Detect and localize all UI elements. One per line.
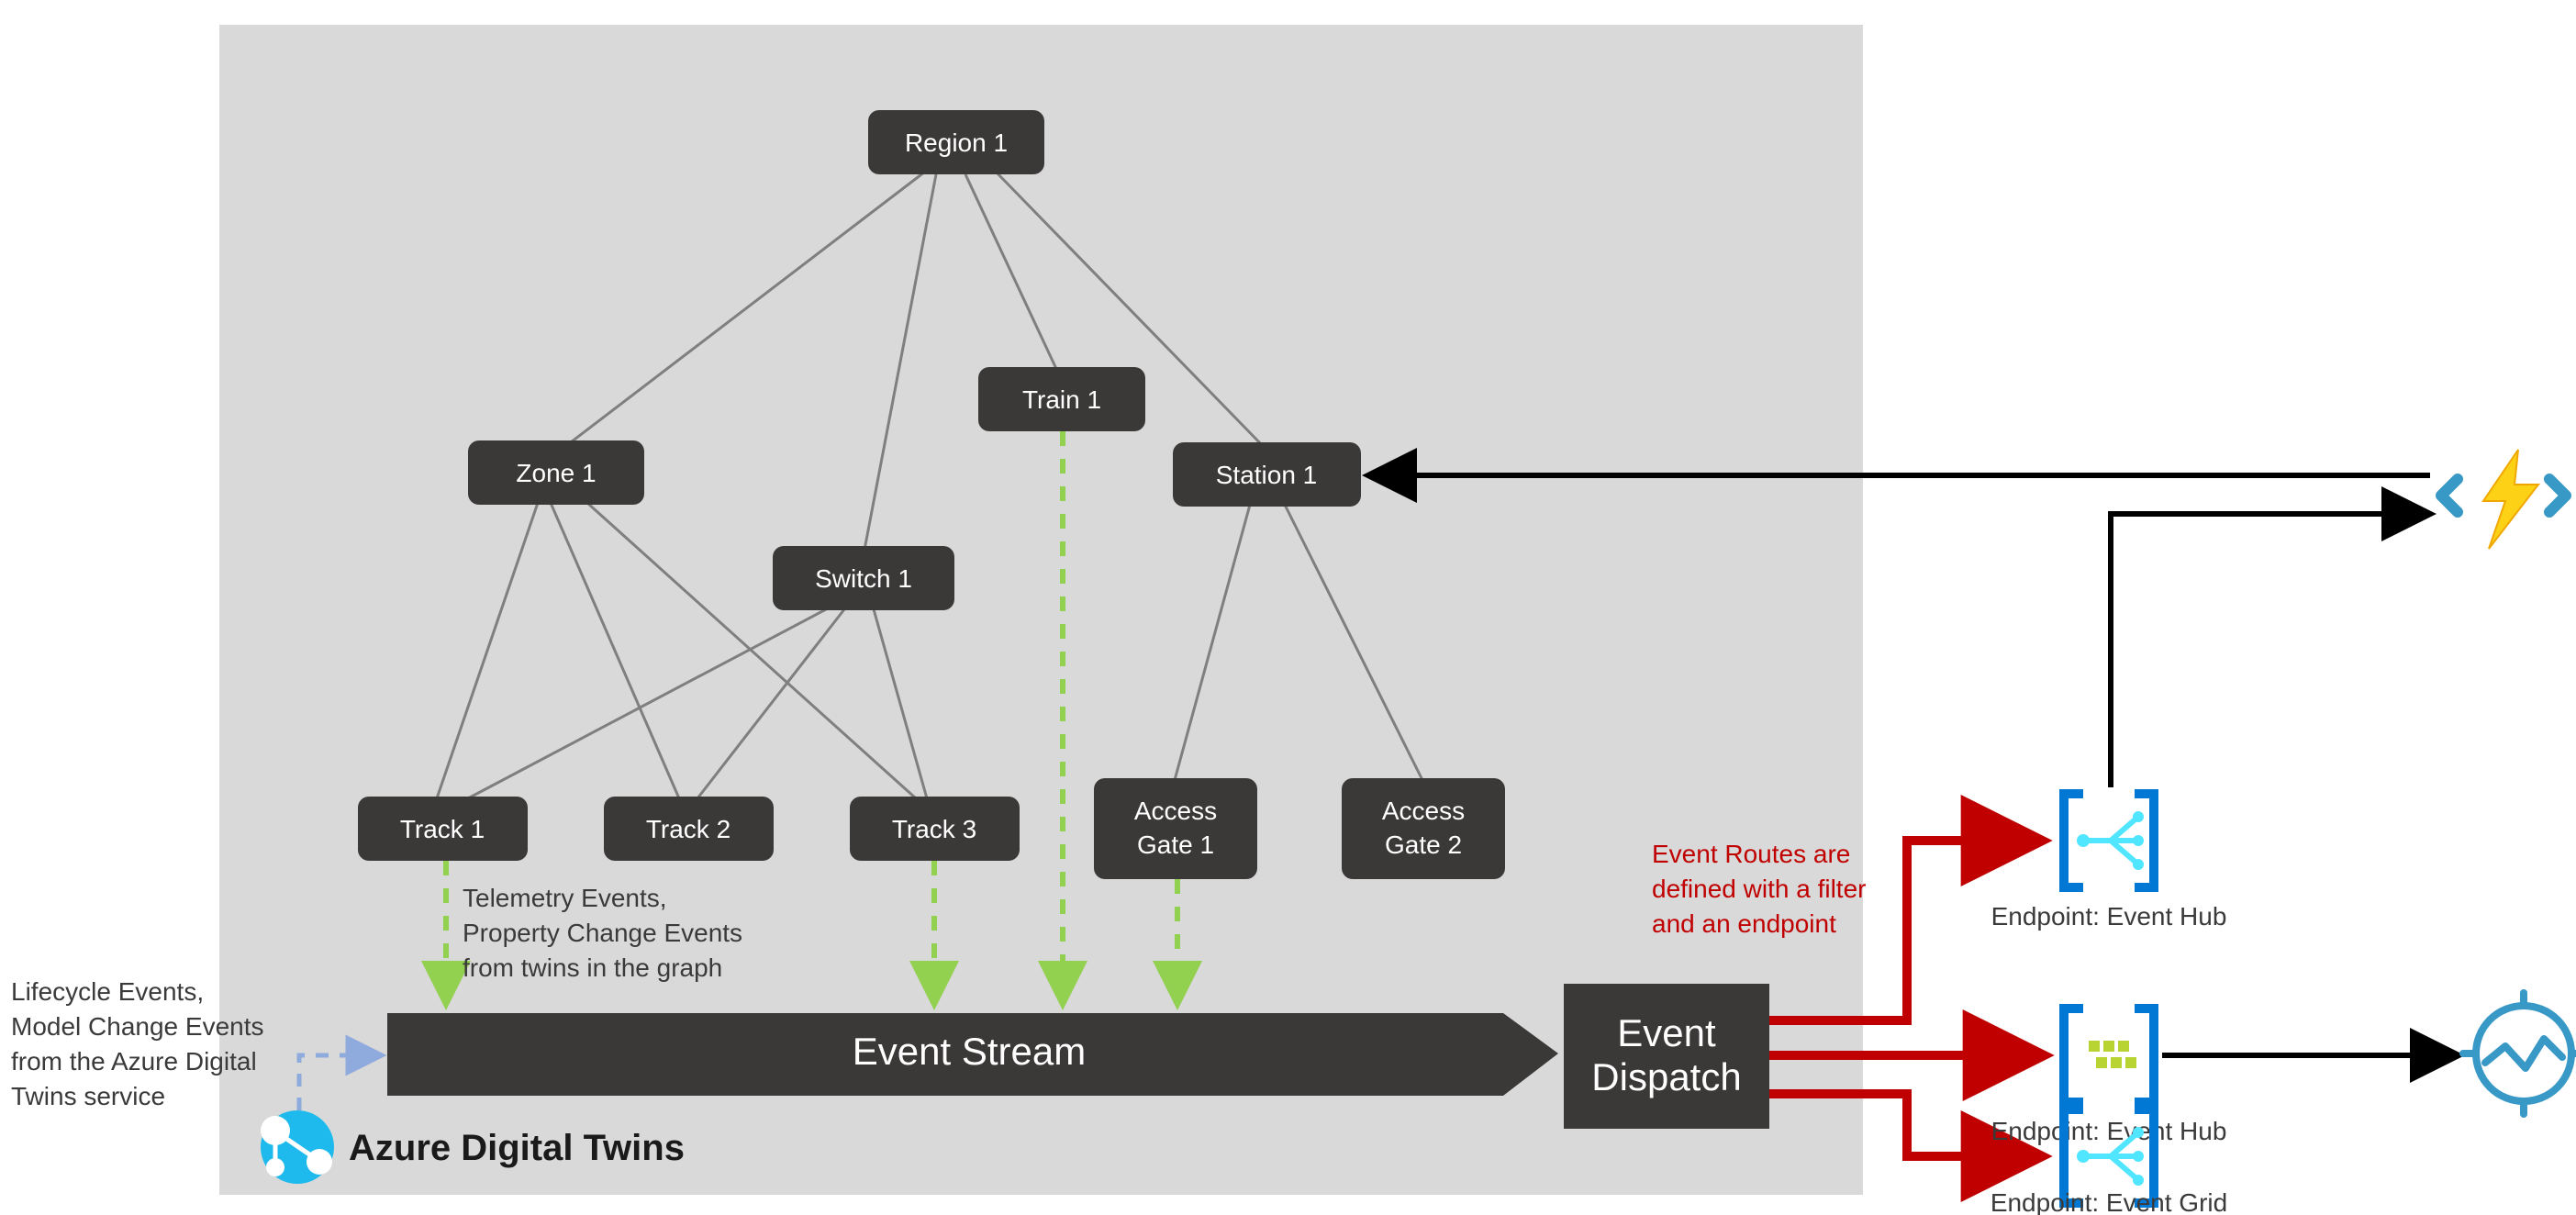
node-switch-label: Switch 1: [815, 564, 912, 593]
node-track1-label: Track 1: [400, 815, 485, 843]
diagram-canvas: Region 1 Zone 1 Train 1 Station 1 Switch…: [0, 0, 2576, 1215]
azure-digital-twins-icon: [261, 1110, 334, 1184]
endpoint-grid-label: Endpoint: Event Grid: [1991, 1188, 2227, 1215]
node-station: Station 1: [1173, 442, 1361, 507]
node-gate2-label-b: Gate 2: [1385, 830, 1462, 859]
event-hub-icon-2: [2059, 1004, 2158, 1107]
node-switch: Switch 1: [773, 546, 954, 610]
node-track3-label: Track 3: [892, 815, 976, 843]
node-train: Train 1: [978, 367, 1145, 431]
routes-note-3: and an endpoint: [1652, 909, 1836, 938]
azure-digital-twins-label: Azure Digital Twins: [349, 1128, 685, 1168]
telemetry-note-2: Property Change Events: [463, 919, 742, 947]
node-gate1: Access Gate 1: [1094, 778, 1257, 879]
azure-functions-icon: [2441, 450, 2566, 549]
routes-note-2: defined with a filter: [1652, 875, 1866, 903]
lifecycle-note-3: from the Azure Digital: [11, 1047, 257, 1076]
node-track1: Track 1: [358, 797, 528, 861]
routes-note-1: Event Routes are: [1652, 840, 1850, 868]
event-dispatch-label-a: Event: [1617, 1011, 1716, 1054]
lifecycle-note-1: Lifecycle Events,: [11, 977, 204, 1006]
lifecycle-note-4: Twins service: [11, 1082, 165, 1110]
node-gate1-label-a: Access: [1134, 797, 1217, 825]
arrow-hub-to-func: [2111, 514, 2427, 787]
telemetry-note-3: from twins in the graph: [463, 953, 722, 982]
endpoint-hub1-label: Endpoint: Event Hub: [1991, 902, 2227, 931]
node-track2: Track 2: [604, 797, 774, 861]
event-stream: Event Stream: [387, 1013, 1558, 1096]
node-gate1-label-b: Gate 1: [1137, 830, 1214, 859]
node-train-label: Train 1: [1022, 385, 1101, 414]
node-gate2-label-a: Access: [1382, 797, 1465, 825]
node-track3: Track 3: [850, 797, 1020, 861]
node-gate2: Access Gate 2: [1342, 778, 1505, 879]
node-region-label: Region 1: [905, 128, 1008, 157]
node-track2-label: Track 2: [646, 815, 730, 843]
event-dispatch: Event Dispatch: [1564, 984, 1769, 1129]
node-zone-label: Zone 1: [516, 459, 596, 487]
time-series-insights-icon: [2463, 993, 2576, 1114]
event-hub-icon-1: [2059, 789, 2158, 892]
event-stream-label: Event Stream: [853, 1030, 1086, 1073]
endpoint-hub2-label: Endpoint: Event Hub: [1991, 1117, 2227, 1145]
node-region: Region 1: [868, 110, 1044, 174]
telemetry-note-1: Telemetry Events,: [463, 884, 667, 912]
node-station-label: Station 1: [1216, 461, 1318, 489]
routes-note: Event Routes are defined with a filter a…: [1652, 840, 1866, 938]
event-dispatch-label-b: Dispatch: [1591, 1055, 1741, 1098]
lifecycle-note-2: Model Change Events: [11, 1012, 264, 1041]
node-zone: Zone 1: [468, 440, 644, 505]
